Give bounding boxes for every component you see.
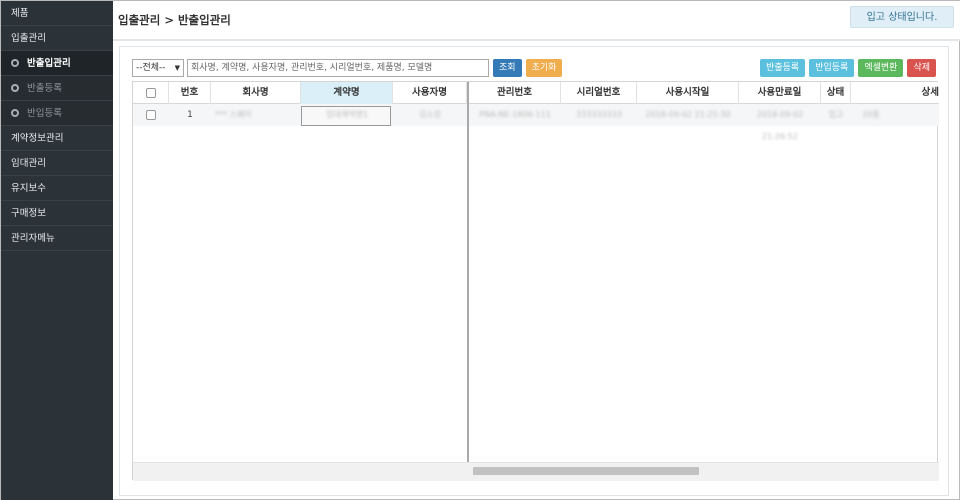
frozen-column-divider <box>467 82 469 481</box>
status-message: 입고 상태입니다. <box>850 6 954 28</box>
sidebar-item-label: 반출등록 <box>27 83 62 94</box>
select-all-checkbox[interactable] <box>145 87 156 98</box>
cell-no: 1 <box>187 110 193 120</box>
query-button[interactable]: 조회 <box>493 59 522 77</box>
cell-company: *** 스페이 <box>215 110 252 119</box>
cell-contract: 임대계약명1 <box>326 110 368 119</box>
table-row[interactable]: 1 *** 스페이 임대계약명1 김소장 PNA-NE-1806-111 333… <box>133 104 939 141</box>
circle-icon <box>11 59 19 67</box>
reset-button[interactable]: 초기화 <box>525 59 563 77</box>
column-header-start-date[interactable]: 사용시작일 <box>637 82 739 104</box>
column-header-serial[interactable]: 시리얼번호 <box>561 82 637 104</box>
row-checkbox-cell <box>133 104 169 126</box>
page-header: 입출관리 > 반출입관리 입고 상태입니다. <box>113 1 960 41</box>
circle-icon <box>11 109 19 117</box>
cell-status: 입고 <box>828 110 844 119</box>
horizontal-scrollbar[interactable] <box>133 462 939 481</box>
carry-out-register-button[interactable]: 반출등록 <box>760 59 806 77</box>
column-header-user[interactable]: 사용자명 <box>393 82 467 104</box>
header-checkbox-cell <box>133 82 169 104</box>
excel-export-button[interactable]: 엑셀변환 <box>858 59 904 77</box>
sidebar-item-products[interactable]: 제품 <box>1 1 113 26</box>
cell-detail: 20통 <box>862 110 880 119</box>
column-header-company[interactable]: 회사명 <box>211 82 301 104</box>
carry-in-register-button[interactable]: 반입등록 <box>809 59 855 77</box>
sidebar-item-admin[interactable]: 관리자메뉴 <box>1 226 113 251</box>
grid-header: 번호 회사명 계약명 사용자명 관리번호 시리얼번호 사용시작일 사용만료일 상… <box>133 82 939 104</box>
cell-start-date: 2018-09-02 21:25:30 <box>645 110 731 119</box>
sidebar-item-label: 반출입관리 <box>27 58 71 69</box>
sidebar-item-label: 반입등록 <box>27 108 62 119</box>
cell-mgmt-no: PNA-NE-1806-111 <box>479 110 551 119</box>
sidebar-item-carry-out[interactable]: 반출등록 <box>1 76 113 101</box>
column-header-mgmt-no[interactable]: 관리번호 <box>469 82 561 104</box>
breadcrumb: 입출관리 > 반출입관리 <box>118 13 231 27</box>
column-header-status[interactable]: 상태 <box>821 82 851 104</box>
action-toolbar: 반출등록 반입등록 엑셀변환 삭제 <box>760 59 936 77</box>
sidebar-item-purchase[interactable]: 구매정보 <box>1 201 113 226</box>
circle-icon <box>11 84 19 92</box>
delete-button[interactable]: 삭제 <box>907 59 936 77</box>
cell-end-date: 2018-09-02 21:26:52 <box>756 110 804 141</box>
column-header-contract[interactable]: 계약명 <box>301 82 393 104</box>
sidebar-item-inout[interactable]: 입출관리 <box>1 26 113 51</box>
data-grid: 번호 회사명 계약명 사용자명 관리번호 시리얼번호 사용시작일 사용만료일 상… <box>132 81 939 481</box>
sidebar: 제품 입출관리 반출입관리 반출등록 반입등록 계약정보관리 임대관리 유지보수… <box>1 1 113 500</box>
sidebar-item-contracts[interactable]: 계약정보관리 <box>1 126 113 151</box>
column-header-detail[interactable]: 상세 <box>851 82 939 104</box>
column-header-end-date[interactable]: 사용만료일 <box>739 82 821 104</box>
app-window: 제품 입출관리 반출입관리 반출등록 반입등록 계약정보관리 임대관리 유지보수… <box>0 0 960 500</box>
search-toolbar: --전체-- 조회 초기화 <box>132 59 563 77</box>
sidebar-item-rental[interactable]: 임대관리 <box>1 151 113 176</box>
content-panel: --전체-- 조회 초기화 반출등록 반입등록 엑셀변환 삭제 번호 회사명 계… <box>119 46 949 496</box>
sidebar-item-maintenance[interactable]: 유지보수 <box>1 176 113 201</box>
scrollbar-thumb[interactable] <box>473 467 699 475</box>
cell-serial: 333333333 <box>576 110 622 119</box>
filter-select[interactable]: --전체-- <box>132 59 184 77</box>
search-input[interactable] <box>187 59 489 77</box>
cell-user: 김소장 <box>418 110 442 119</box>
column-header-no[interactable]: 번호 <box>169 82 211 104</box>
row-checkbox[interactable] <box>146 109 156 120</box>
sidebar-item-carry-inout[interactable]: 반출입관리 <box>1 51 113 76</box>
sidebar-item-carry-in[interactable]: 반입등록 <box>1 101 113 126</box>
